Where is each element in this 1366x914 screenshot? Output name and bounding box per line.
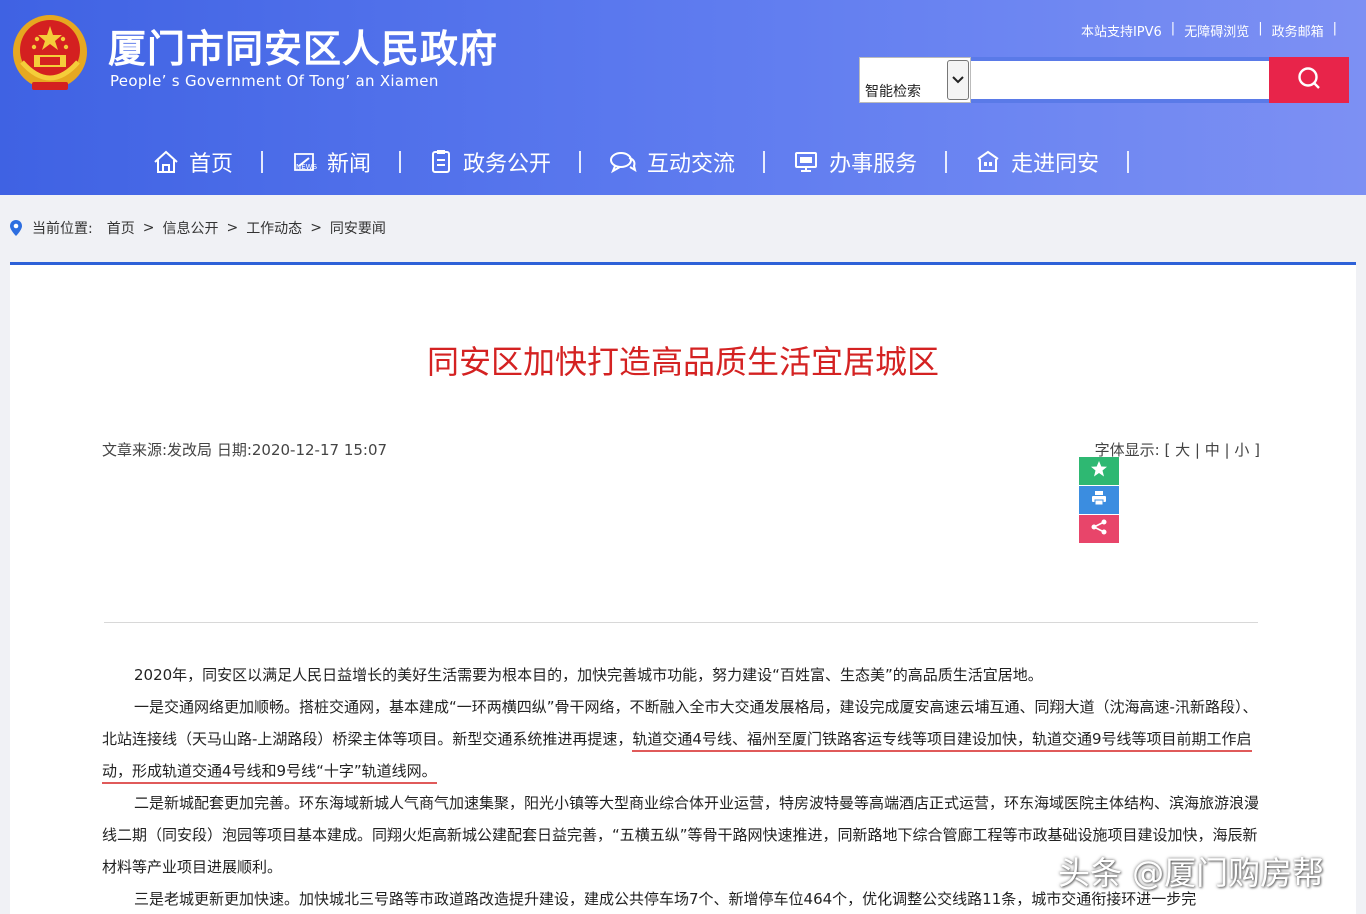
site-header: 厦门市同安区人民政府 People’ s Government Of Tong’…	[0, 0, 1366, 195]
search-box: 智能检索	[859, 57, 1353, 103]
chat-icon	[609, 150, 637, 174]
nav-services[interactable]: 办事服务	[765, 138, 945, 186]
top-links: 本站支持IPV6 | 无障碍浏览 | 政务邮箱 |	[1081, 21, 1346, 40]
link-separator: |	[1332, 21, 1337, 36]
paragraph-transport: 一是交通网络更加顺畅。搭桩交通网，基本建成“一环两横四纵”骨干网络，不断融入全市…	[102, 691, 1262, 787]
option-separator: |	[1224, 441, 1235, 459]
paragraph-intro: 2020年，同安区以满足人民日益增长的美好生活需要为根本目的，加快完善城市功能，…	[134, 666, 1043, 684]
breadcrumb: 当前位置: 首页 > 信息公开 > 工作动态 > 同安要闻	[10, 218, 386, 238]
crumb-separator: >	[226, 220, 239, 236]
search-type-value: 智能检索	[865, 84, 921, 100]
search-icon	[1296, 65, 1322, 95]
nav-about-tongan[interactable]: 走进同安	[947, 138, 1127, 186]
font-medium-option[interactable]: 中	[1205, 441, 1220, 459]
monitor-icon	[793, 150, 819, 174]
nav-label: 新闻	[327, 152, 372, 177]
link-separator: |	[1170, 21, 1176, 36]
nav-label: 办事服务	[829, 152, 918, 177]
font-small-option[interactable]: 小	[1234, 441, 1249, 459]
svg-text:NEWS: NEWS	[296, 163, 317, 171]
nav-separator	[1127, 151, 1130, 173]
main-nav: 首页 NEWS 新闻 政务公开 互动交流 办事服务 走进同安	[125, 138, 1130, 186]
bracket: [	[1164, 441, 1176, 459]
crumb-info-public[interactable]: 信息公开	[162, 218, 218, 238]
nav-news[interactable]: NEWS 新闻	[263, 138, 399, 186]
font-large-option[interactable]: 大	[1175, 441, 1190, 459]
share-icon	[1090, 518, 1108, 540]
share-button[interactable]	[1079, 515, 1119, 543]
search-type-select[interactable]: 智能检索	[859, 57, 971, 103]
link-separator: |	[1258, 21, 1263, 36]
bracket: ]	[1254, 441, 1260, 459]
crumb-separator: >	[142, 220, 155, 236]
ipv6-link[interactable]: 本站支持IPV6	[1081, 21, 1162, 40]
chevron-down-icon	[947, 60, 969, 100]
nav-interaction[interactable]: 互动交流	[581, 138, 763, 186]
nav-label: 互动交流	[647, 152, 736, 177]
document-icon	[429, 149, 453, 175]
print-icon	[1090, 489, 1108, 511]
news-icon: NEWS	[291, 150, 317, 174]
content-divider	[104, 622, 1258, 623]
national-emblem-logo	[10, 12, 90, 96]
print-button[interactable]	[1079, 486, 1119, 514]
nav-label: 政务公开	[463, 152, 552, 177]
search-button[interactable]	[1269, 57, 1349, 103]
article-meta: 文章来源:发改局 日期:2020-12-17 15:07	[102, 441, 388, 459]
crumb-tongan-news[interactable]: 同安要闻	[330, 218, 386, 238]
home-icon	[153, 150, 179, 174]
gov-mail-link[interactable]: 政务邮箱	[1272, 21, 1324, 40]
crumb-work-news[interactable]: 工作动态	[246, 218, 302, 238]
crumb-home[interactable]: 首页	[107, 218, 135, 238]
nav-label: 走进同安	[1011, 152, 1100, 177]
breadcrumb-label: 当前位置:	[32, 221, 93, 237]
watermark-text: 头条 @厦门购房帮	[1058, 854, 1325, 892]
site-subtitle: People’ s Government Of Tong’ an Xiamen	[110, 72, 439, 90]
article-title: 同安区加快打造高品质生活宜居城区	[426, 343, 939, 381]
building-icon	[975, 150, 1001, 174]
crumb-separator: >	[310, 220, 322, 236]
option-separator: |	[1194, 441, 1205, 459]
font-size-control: 字体显示: [ 大 | 中 | 小 ]	[1095, 439, 1260, 460]
article-panel: 同安区加快打造高品质生活宜居城区 文章来源:发改局 日期:2020-12-17 …	[10, 262, 1356, 914]
search-input[interactable]	[971, 57, 1269, 103]
nav-home[interactable]: 首页	[125, 138, 261, 186]
location-pin-icon	[10, 220, 22, 236]
star-icon	[1090, 460, 1108, 482]
accessibility-link[interactable]: 无障碍浏览	[1184, 21, 1249, 40]
nav-gov-affairs[interactable]: 政务公开	[401, 138, 579, 186]
site-title: 厦门市同安区人民政府	[108, 27, 499, 71]
nav-label: 首页	[189, 152, 234, 177]
favorite-button[interactable]	[1079, 457, 1119, 485]
